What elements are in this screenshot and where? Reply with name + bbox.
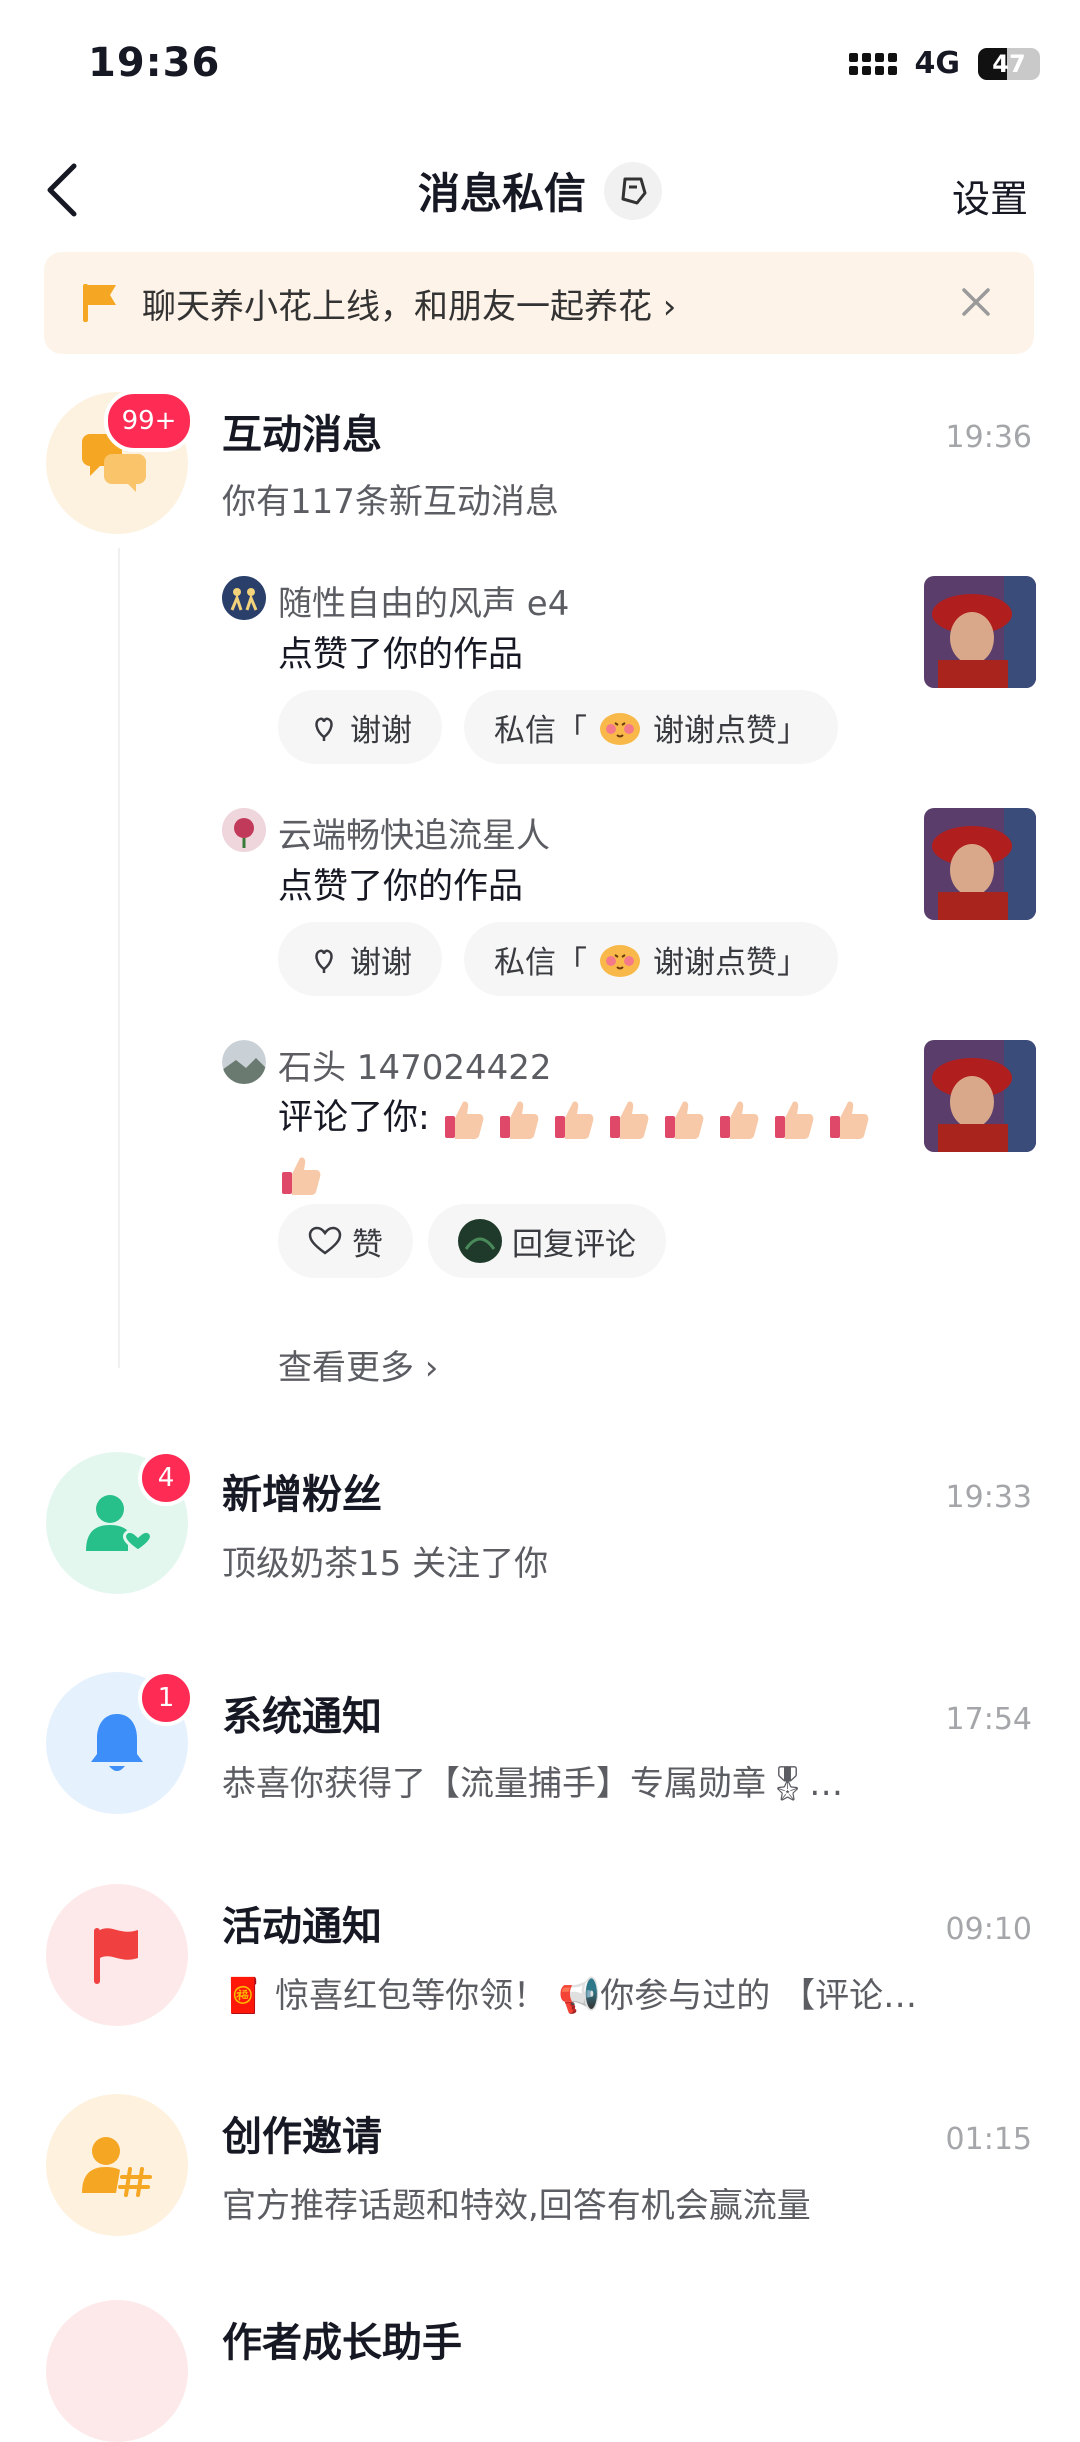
thumbs-up-emoji [774,1101,814,1139]
dm-prefix: 私信「 [494,712,587,749]
close-icon[interactable] [956,282,996,322]
network-type: 4G [914,46,961,81]
dm-thanks-button[interactable]: 私信「 谢谢点赞」 [464,922,838,996]
heart-icon [308,1226,342,1255]
like-comment-button[interactable]: 赞 [278,1204,413,1278]
sub-action-text: 点赞了你的作品 [278,635,524,675]
reply-avatar-icon [458,1219,502,1263]
followers-title[interactable]: 新增粉丝 [222,1462,382,1520]
system-badge: 1 [138,1670,194,1726]
dm-suffix: 谢谢点赞」 [653,944,808,981]
interaction-summary: 你有117条新互动消息 [222,482,559,522]
thumbs-up-emoji [664,1101,704,1139]
thanks-label: 谢谢 [350,944,412,981]
creator-sub: 官方推荐话题和特效,回答有机会赢流量 [222,2186,811,2226]
growth-avatar[interactable] [46,2300,188,2442]
flag-icon [83,284,116,322]
thumbs-up-emoji [609,1101,649,1139]
reply-label: 回复评论 [512,1226,636,1263]
view-more-link[interactable]: 查看更多 › [278,1340,438,1389]
followers-time: 19:33 [945,1480,1032,1515]
comment-text: 评论了你: [278,1090,898,1202]
follower-icon [86,1495,152,1553]
thumbs-up-emoji [444,1101,484,1139]
creator-title[interactable]: 创作邀请 [222,2104,382,2162]
dm-thanks-button[interactable]: 私信「 谢谢点赞」 [464,690,838,764]
comment-prefix: 评论了你: [278,1098,430,1138]
blush-emoji-icon [600,945,640,977]
post-thumbnail[interactable] [924,1040,1036,1152]
creator-icon [82,2137,152,2197]
system-title[interactable]: 系统通知 [222,1684,382,1742]
activity-avatar[interactable] [46,1884,188,2026]
sub-action-text: 点赞了你的作品 [278,867,524,907]
clear-unread-icon[interactable] [604,161,662,220]
battery-icon: 47 [978,47,1040,80]
flower-icon [315,949,333,973]
reply-comment-button[interactable]: 回复评论 [428,1204,666,1278]
thanks-label: 谢谢 [350,712,412,749]
user-avatar[interactable] [222,808,266,852]
sub-user-name[interactable]: 随性自由的风声 e4 [278,576,569,625]
signal-icon [848,52,897,75]
sub-user-name[interactable]: 石头 147024422 [278,1040,552,1089]
battery-level: 47 [992,49,1026,78]
page-title: 消息私信 [417,169,586,218]
promo-banner[interactable]: 聊天养小花上线，和朋友一起养花 › [44,252,1034,354]
activity-sub: 🧧 惊喜红包等你领！ 📢你参与过的 【评论… [222,1976,918,2016]
user-avatar[interactable] [222,576,266,620]
sub-user-name[interactable]: 云端畅快追流星人 [278,808,550,857]
banner-text: 聊天养小花上线，和朋友一起养花 › [142,286,677,327]
interaction-time: 19:36 [945,420,1032,455]
flag-icon [94,1928,138,1984]
blush-emoji-icon [600,713,640,745]
activity-title[interactable]: 活动通知 [222,1894,382,1952]
interaction-title[interactable]: 互动消息 [222,402,382,460]
dm-suffix: 谢谢点赞」 [653,712,808,749]
bell-icon [91,1714,143,1771]
flower-icon [315,717,333,741]
creator-avatar[interactable] [46,2094,188,2236]
creator-time: 01:15 [945,2122,1032,2157]
dm-prefix: 私信「 [494,944,587,981]
header: 消息私信 [0,160,1080,221]
unread-badge: 99+ [104,390,194,452]
growth-title[interactable]: 作者成长助手 [222,2310,462,2368]
post-thumbnail[interactable] [924,808,1036,920]
followers-badge: 4 [138,1450,194,1506]
thanks-button[interactable]: 谢谢 [278,922,442,996]
thumbs-up-emoji [829,1101,869,1139]
thumbs-up-emoji [499,1101,539,1139]
status-time: 19:36 [88,40,221,86]
thanks-button[interactable]: 谢谢 [278,690,442,764]
post-thumbnail[interactable] [924,576,1036,688]
thumbs-up-emoji [719,1101,759,1139]
thumbs-up-emoji [282,1157,321,1195]
system-sub: 恭喜你获得了【流量捕手】专属勋章🎖… [222,1764,844,1804]
user-avatar[interactable] [222,1040,266,1084]
activity-time: 09:10 [945,1912,1032,1947]
settings-button[interactable]: 设置 [952,168,1028,223]
like-label: 赞 [352,1226,383,1263]
status-right: 4G 47 [848,46,1040,81]
thumbs-up-emoji [554,1101,594,1139]
timeline-line [118,548,120,1368]
system-time: 17:54 [945,1702,1032,1737]
followers-sub: 顶级奶茶15 关注了你 [222,1544,549,1584]
